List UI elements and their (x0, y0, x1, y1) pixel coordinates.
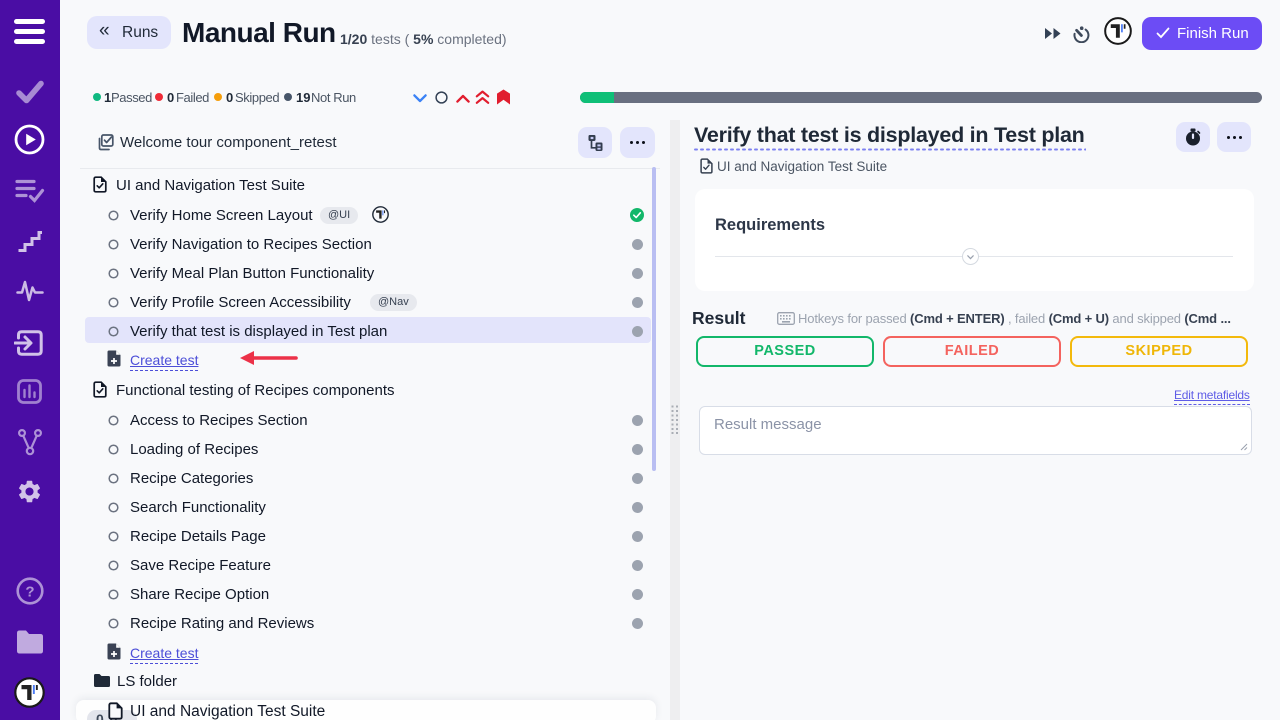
svg-text:?: ? (25, 584, 34, 601)
